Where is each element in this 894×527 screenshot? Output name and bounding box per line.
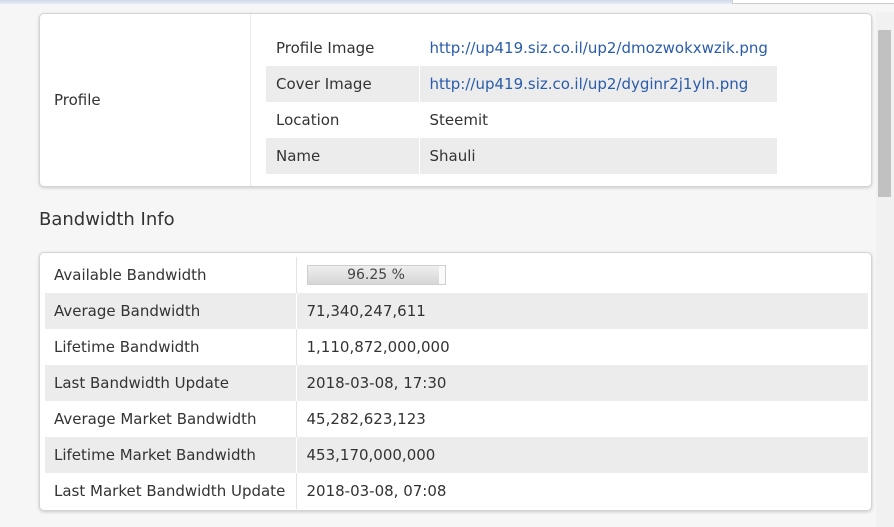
cover-image-key: Cover Image (266, 66, 419, 102)
bandwidth-panel: Available Bandwidth 96.25 % Average Band… (39, 252, 872, 511)
bandwidth-row: Average Market Bandwidth 45,282,623,123 (45, 401, 868, 437)
bandwidth-row-available: Available Bandwidth 96.25 % (45, 257, 868, 293)
bandwidth-value: 453,170,000,000 (296, 437, 868, 473)
profile-table: Profile Image http://up419.siz.co.il/up2… (266, 30, 777, 174)
bandwidth-key: Lifetime Bandwidth (45, 329, 297, 365)
bandwidth-key: Lifetime Market Bandwidth (45, 437, 297, 473)
bandwidth-value: 45,282,623,123 (306, 410, 426, 428)
available-bandwidth-progress: 96.25 % (306, 265, 446, 285)
bandwidth-row: Lifetime Market Bandwidth 453,170,000,00… (45, 437, 868, 473)
bandwidth-key: Average Market Bandwidth (45, 401, 297, 437)
profile-image-link[interactable]: http://up419.siz.co.il/up2/dmozwokxwzik.… (430, 39, 768, 57)
available-bandwidth-key: Available Bandwidth (45, 257, 297, 293)
profile-row-location: Location Steemit (266, 102, 777, 138)
top-right-box (732, 0, 894, 4)
bandwidth-key: Average Bandwidth (45, 293, 297, 329)
name-key: Name (266, 138, 419, 174)
scrollbar-thumb[interactable] (878, 30, 891, 197)
vertical-scrollbar[interactable] (876, 12, 894, 527)
bandwidth-value: 2018-03-08, 07:08 (306, 482, 447, 500)
bandwidth-value: 1,110,872,000,000 (306, 338, 450, 356)
profile-row-cover-image: Cover Image http://up419.siz.co.il/up2/d… (266, 66, 777, 102)
cover-image-link[interactable]: http://up419.siz.co.il/up2/dyginr2j1yln.… (430, 75, 749, 93)
profile-image-key: Profile Image (276, 39, 375, 57)
bandwidth-value: 2018-03-08, 17:30 (296, 365, 868, 401)
profile-row-profile-image: Profile Image http://up419.siz.co.il/up2… (266, 30, 777, 66)
location-key: Location (276, 111, 340, 129)
bandwidth-value: 71,340,247,611 (296, 293, 868, 329)
bandwidth-row: Last Market Bandwidth Update 2018-03-08,… (45, 473, 868, 509)
bandwidth-table: Available Bandwidth 96.25 % Average Band… (45, 257, 868, 509)
bandwidth-key: Last Market Bandwidth Update (45, 473, 297, 509)
bandwidth-row: Lifetime Bandwidth 1,110,872,000,000 (45, 329, 868, 365)
bandwidth-row: Average Bandwidth 71,340,247,611 (45, 293, 868, 329)
profile-label: Profile (40, 14, 251, 186)
profile-row-name: Name Shauli (266, 138, 777, 174)
location-value: Steemit (418, 102, 777, 138)
bandwidth-key: Last Bandwidth Update (45, 365, 297, 401)
name-value: Shauli (418, 138, 777, 174)
bandwidth-info-title: Bandwidth Info (39, 209, 175, 230)
available-bandwidth-value: 96.25 % (347, 267, 405, 283)
profile-panel: Profile Profile Image http://up419.siz.c… (39, 13, 872, 187)
bandwidth-row: Last Bandwidth Update 2018-03-08, 17:30 (45, 365, 868, 401)
